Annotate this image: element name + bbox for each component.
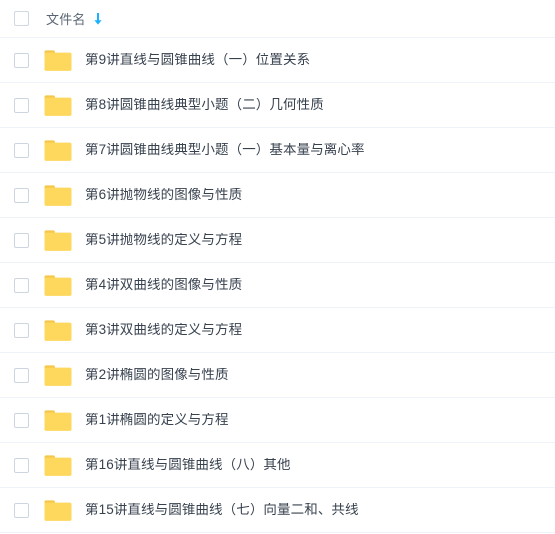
table-row[interactable]: 第9讲直线与圆锥曲线（一）位置关系 [0,38,555,83]
file-name-label: 第7讲圆锥曲线典型小题（一）基本量与离心率 [85,143,365,157]
folder-icon [44,49,72,72]
file-name-label: 第16讲直线与圆锥曲线（八）其他 [85,458,291,472]
row-select-checkbox[interactable] [14,412,29,428]
file-name-label: 第2讲椭圆的图像与性质 [85,368,229,382]
file-name-label: 第8讲圆锥曲线典型小题（二）几何性质 [85,98,324,112]
row-select-checkbox[interactable] [14,277,29,293]
folder-icon [44,229,72,252]
file-list: 文件名 第9讲直线与圆锥曲线（一）位置关系 第8讲圆锥曲线典型小题（二）几何性质第… [0,0,555,534]
file-name-label: 第4讲双曲线的图像与性质 [85,278,243,292]
file-name-label: 第9讲直线与圆锥曲线（一）位置关系 [85,53,311,67]
table-row[interactable]: 第15讲直线与圆锥曲线（七）向量二和、共线 [0,488,555,533]
file-name-label: 第1讲椭圆的定义与方程 [85,413,229,427]
folder-icon [44,94,72,117]
select-all-checkbox[interactable] [14,11,29,26]
folder-icon [44,184,72,207]
table-row[interactable]: 第16讲直线与圆锥曲线（八）其他 [0,443,555,488]
table-row[interactable]: 第2讲椭圆的图像与性质 [0,353,555,398]
file-name-label: 第15讲直线与圆锥曲线（七）向量二和、共线 [85,503,359,517]
table-row[interactable]: 第8讲圆锥曲线典型小题（二）几何性质 [0,83,555,128]
folder-icon [44,409,72,432]
table-row[interactable]: 第7讲圆锥曲线典型小题（一）基本量与离心率 [0,128,555,173]
table-row[interactable]: 第6讲抛物线的图像与性质 [0,173,555,218]
folder-icon [44,319,72,342]
file-name-label: 第5讲抛物线的定义与方程 [85,233,243,247]
column-header-filename[interactable]: 文件名 [46,9,86,28]
row-select-checkbox[interactable] [14,232,29,248]
folder-icon [44,139,72,162]
file-name-label: 第3讲双曲线的定义与方程 [85,323,243,337]
folder-icon [44,364,72,387]
folder-icon [44,274,72,297]
table-row[interactable]: 第4讲双曲线的图像与性质 [0,263,555,308]
row-select-checkbox[interactable] [14,322,29,338]
table-row[interactable]: 第1讲椭圆的定义与方程 [0,398,555,443]
sort-descending-arrow-icon[interactable] [91,11,105,27]
file-rows: 第9讲直线与圆锥曲线（一）位置关系 第8讲圆锥曲线典型小题（二）几何性质第7讲圆锥… [0,38,555,533]
table-row[interactable]: 第3讲双曲线的定义与方程 [0,308,555,353]
row-select-checkbox[interactable] [14,187,29,203]
table-row[interactable]: 第5讲抛物线的定义与方程 [0,218,555,263]
row-select-checkbox[interactable] [14,457,29,473]
file-list-header: 文件名 [0,0,555,38]
folder-icon [44,499,72,522]
row-select-checkbox[interactable] [14,52,29,68]
row-select-checkbox[interactable] [14,502,29,518]
row-select-checkbox[interactable] [14,97,29,113]
row-select-checkbox[interactable] [14,367,29,383]
folder-icon [44,454,72,477]
file-name-label: 第6讲抛物线的图像与性质 [85,188,243,202]
row-select-checkbox[interactable] [14,142,29,158]
